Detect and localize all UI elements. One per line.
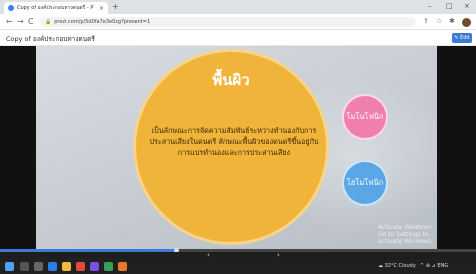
- url-text: prezi.com/p/5d0fa7e3e0zg?present=1: [54, 19, 151, 25]
- browser-tab-bar: Copy of องค์ประกอบทางดนตรี - P × + – □ ×: [0, 0, 476, 14]
- task-view-icon[interactable]: [34, 262, 43, 271]
- monophonic-topic-circle[interactable]: โมโนโฟนิก: [342, 94, 388, 140]
- weather-widget[interactable]: ☁ 32°C Cloudy: [378, 263, 416, 269]
- extensions-icon[interactable]: ✱: [449, 17, 455, 25]
- minimize-icon[interactable]: –: [428, 2, 432, 10]
- next-step-button[interactable]: ›: [277, 251, 280, 259]
- forward-icon[interactable]: →: [17, 17, 24, 26]
- lock-icon: 🔒: [45, 19, 52, 25]
- media-icon[interactable]: [118, 262, 127, 271]
- reload-icon[interactable]: C: [28, 17, 34, 26]
- presentation-stage: พื้นผิว เป็นลักษณะการจัดความสัมพันธ์ระหว…: [0, 46, 476, 249]
- address-bar-row: ← → C 🔒 prezi.com/p/5d0fa7e3e0zg?present…: [0, 14, 476, 30]
- presentation-title: Copy of องค์ประกอบทางดนตรี: [6, 35, 95, 43]
- homophonic-label: โฮโมโฟนิก: [346, 178, 384, 187]
- system-tray[interactable]: ^ ⊕ ⊿ ENG: [420, 263, 448, 269]
- browser-tab[interactable]: Copy of องค์ประกอบทางดนตรี - P ×: [4, 2, 108, 14]
- slide-body-text: เป็นลักษณะการจัดความสัมพันธ์ระหว่างทำนอง…: [149, 126, 319, 158]
- windows-start-icon[interactable]: [5, 262, 14, 271]
- activate-windows-watermark: Activate Windows Go to Settings to activ…: [378, 224, 437, 246]
- edit-button[interactable]: ✎ Edit: [452, 33, 472, 43]
- search-icon[interactable]: [20, 262, 29, 271]
- slide-canvas: พื้นผิว เป็นลักษณะการจัดความสัมพันธ์ระหว…: [36, 46, 437, 249]
- tab-title: Copy of องค์ประกอบทางดนตรี - P: [17, 5, 94, 11]
- profile-avatar[interactable]: [462, 18, 471, 27]
- watermark-line-2: Go to Settings to activate Windows.: [378, 231, 433, 246]
- new-tab-button[interactable]: +: [112, 2, 119, 11]
- monophonic-label: โมโนโฟนิก: [346, 112, 384, 121]
- maximize-icon[interactable]: □: [446, 2, 453, 10]
- player-controls: ‹ ›: [0, 251, 476, 259]
- close-window-icon[interactable]: ×: [464, 2, 470, 10]
- edge-icon[interactable]: [48, 262, 57, 271]
- share-icon[interactable]: ⇪: [423, 17, 429, 25]
- chrome-icon[interactable]: [76, 262, 85, 271]
- store-icon[interactable]: [104, 262, 113, 271]
- app-icon[interactable]: [90, 262, 99, 271]
- watermark-line-1: Activate Windows: [378, 224, 432, 231]
- file-explorer-icon[interactable]: [62, 262, 71, 271]
- presentation-header: Copy of องค์ประกอบทางดนตรี ✎ Edit: [0, 30, 476, 46]
- prezi-favicon-icon: [8, 5, 14, 11]
- url-input[interactable]: 🔒 prezi.com/p/5d0fa7e3e0zg?present=1: [40, 17, 416, 27]
- close-tab-icon[interactable]: ×: [99, 5, 104, 12]
- homophonic-topic-circle[interactable]: โฮโมโฟนิก: [342, 160, 388, 206]
- previous-step-button[interactable]: ‹: [207, 251, 210, 259]
- bookmark-star-icon[interactable]: ☆: [436, 17, 442, 25]
- back-icon[interactable]: ←: [6, 17, 13, 26]
- slide-title: พื้นผิว: [212, 71, 250, 89]
- windows-taskbar: ☁ 32°C Cloudy ^ ⊕ ⊿ ENG: [0, 259, 476, 274]
